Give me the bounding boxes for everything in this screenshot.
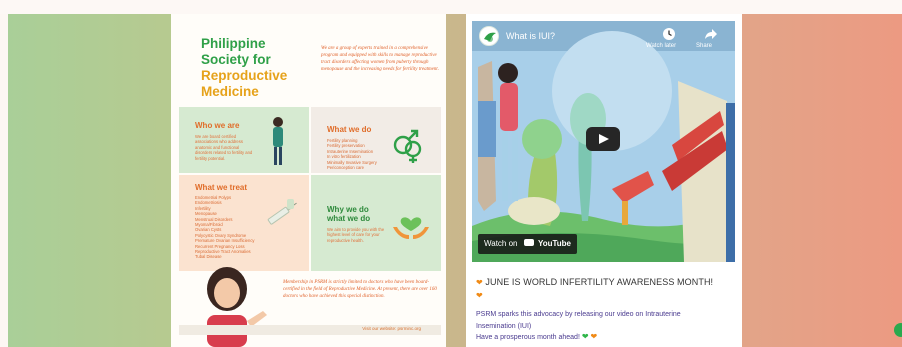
what-we-do-panel: What we do Fertility planning Fertility … xyxy=(311,107,441,173)
poster-intro: We are a group of experts trained in a c… xyxy=(321,46,439,72)
watch-on-label: Watch on xyxy=(484,239,518,248)
poster-title-line3: Reproductive xyxy=(201,68,288,83)
who-text: We are board certified associations who … xyxy=(195,134,253,161)
post-heading: ❤ JUNE IS WORLD INFERTILITY AWARENESS MO… xyxy=(476,276,736,302)
doctor-illustration-icon xyxy=(273,117,283,165)
poster-title: Philippine Society for Reproductive Medi… xyxy=(201,36,311,100)
poster-footer: Visit our website: psrminc.org xyxy=(179,325,441,335)
hands-heart-icon xyxy=(393,217,429,239)
post-body-line2: Insemination (IUI) xyxy=(476,322,532,330)
video-title[interactable]: What is IUI? xyxy=(506,31,555,41)
why-we-do-panel: Why we do what we do We aim to provide y… xyxy=(311,175,441,271)
who-we-are-panel: Who we are We are board certified associ… xyxy=(179,107,309,173)
what-do-list: Fertility planning Fertility preservatio… xyxy=(327,138,397,170)
poster-title-line2: Society for xyxy=(201,52,271,67)
who-heading: Who we are xyxy=(195,121,240,130)
what-we-treat-panel: What we treat Endometrial Polyps Endomet… xyxy=(179,175,309,271)
share-icon[interactable] xyxy=(704,27,718,41)
facebook-post-card: What is IUI? Watch later Share Watch on … xyxy=(466,14,742,347)
orange-heart-icon: ❤ xyxy=(476,291,483,300)
chat-bubble-button[interactable] xyxy=(894,323,902,337)
post-body-line1: PSRM sparks this advocacy by releasing o… xyxy=(476,311,681,318)
watch-on-youtube-button[interactable]: Watch on YouTube xyxy=(478,234,577,254)
page: Philippine Society for Reproductive Medi… xyxy=(0,0,902,347)
poster-title-line4: Medicine xyxy=(201,84,259,99)
channel-avatar[interactable] xyxy=(479,26,499,46)
treat-item: Tubal Disease xyxy=(195,254,222,260)
gradient-background xyxy=(8,14,902,347)
syringe-icon xyxy=(267,199,297,225)
orange-heart-icon: ❤ xyxy=(476,278,483,287)
poster-website: Visit our website: psrminc.org xyxy=(362,326,421,331)
post-body-line3-text: Have a prosperous month ahead! xyxy=(476,334,580,341)
treat-heading: What we treat xyxy=(195,183,248,192)
gender-symbols-icon xyxy=(393,129,422,163)
what-do-heading: What we do xyxy=(327,125,372,134)
membership-text: Membership in PSRM is strictly limited t… xyxy=(283,280,437,299)
why-heading-line2: what we do xyxy=(327,214,371,223)
poster-title-line1: Philippine xyxy=(201,36,266,51)
why-heading: Why we do what we do xyxy=(327,205,370,223)
green-heart-icon: ❤ xyxy=(581,332,589,341)
why-text: We aim to provide you with the highest l… xyxy=(327,227,385,243)
play-button[interactable] xyxy=(586,127,620,151)
why-heading-line1: Why we do xyxy=(327,205,369,214)
what-do-item: Periconception care xyxy=(327,165,365,171)
orange-heart-icon: ❤ xyxy=(590,332,598,341)
psrm-poster-image[interactable]: Philippine Society for Reproductive Medi… xyxy=(171,14,446,347)
clock-icon[interactable] xyxy=(662,27,676,41)
watch-later-label[interactable]: Watch later xyxy=(646,43,676,49)
post-heading-text: JUNE IS WORLD INFERTILITY AWARENESS MONT… xyxy=(485,277,714,287)
youtube-video-embed[interactable]: What is IUI? Watch later Share Watch on … xyxy=(472,21,735,262)
youtube-wordmark: YouTube xyxy=(537,239,571,248)
psrm-logo-icon xyxy=(484,32,496,42)
post-body: PSRM sparks this advocacy by releasing o… xyxy=(476,309,736,344)
youtube-logo-icon xyxy=(523,239,534,246)
post-body-line3: Have a prosperous month ahead! ❤ ❤ xyxy=(476,332,736,344)
top-strip xyxy=(0,0,902,14)
share-label[interactable]: Share xyxy=(696,43,712,49)
